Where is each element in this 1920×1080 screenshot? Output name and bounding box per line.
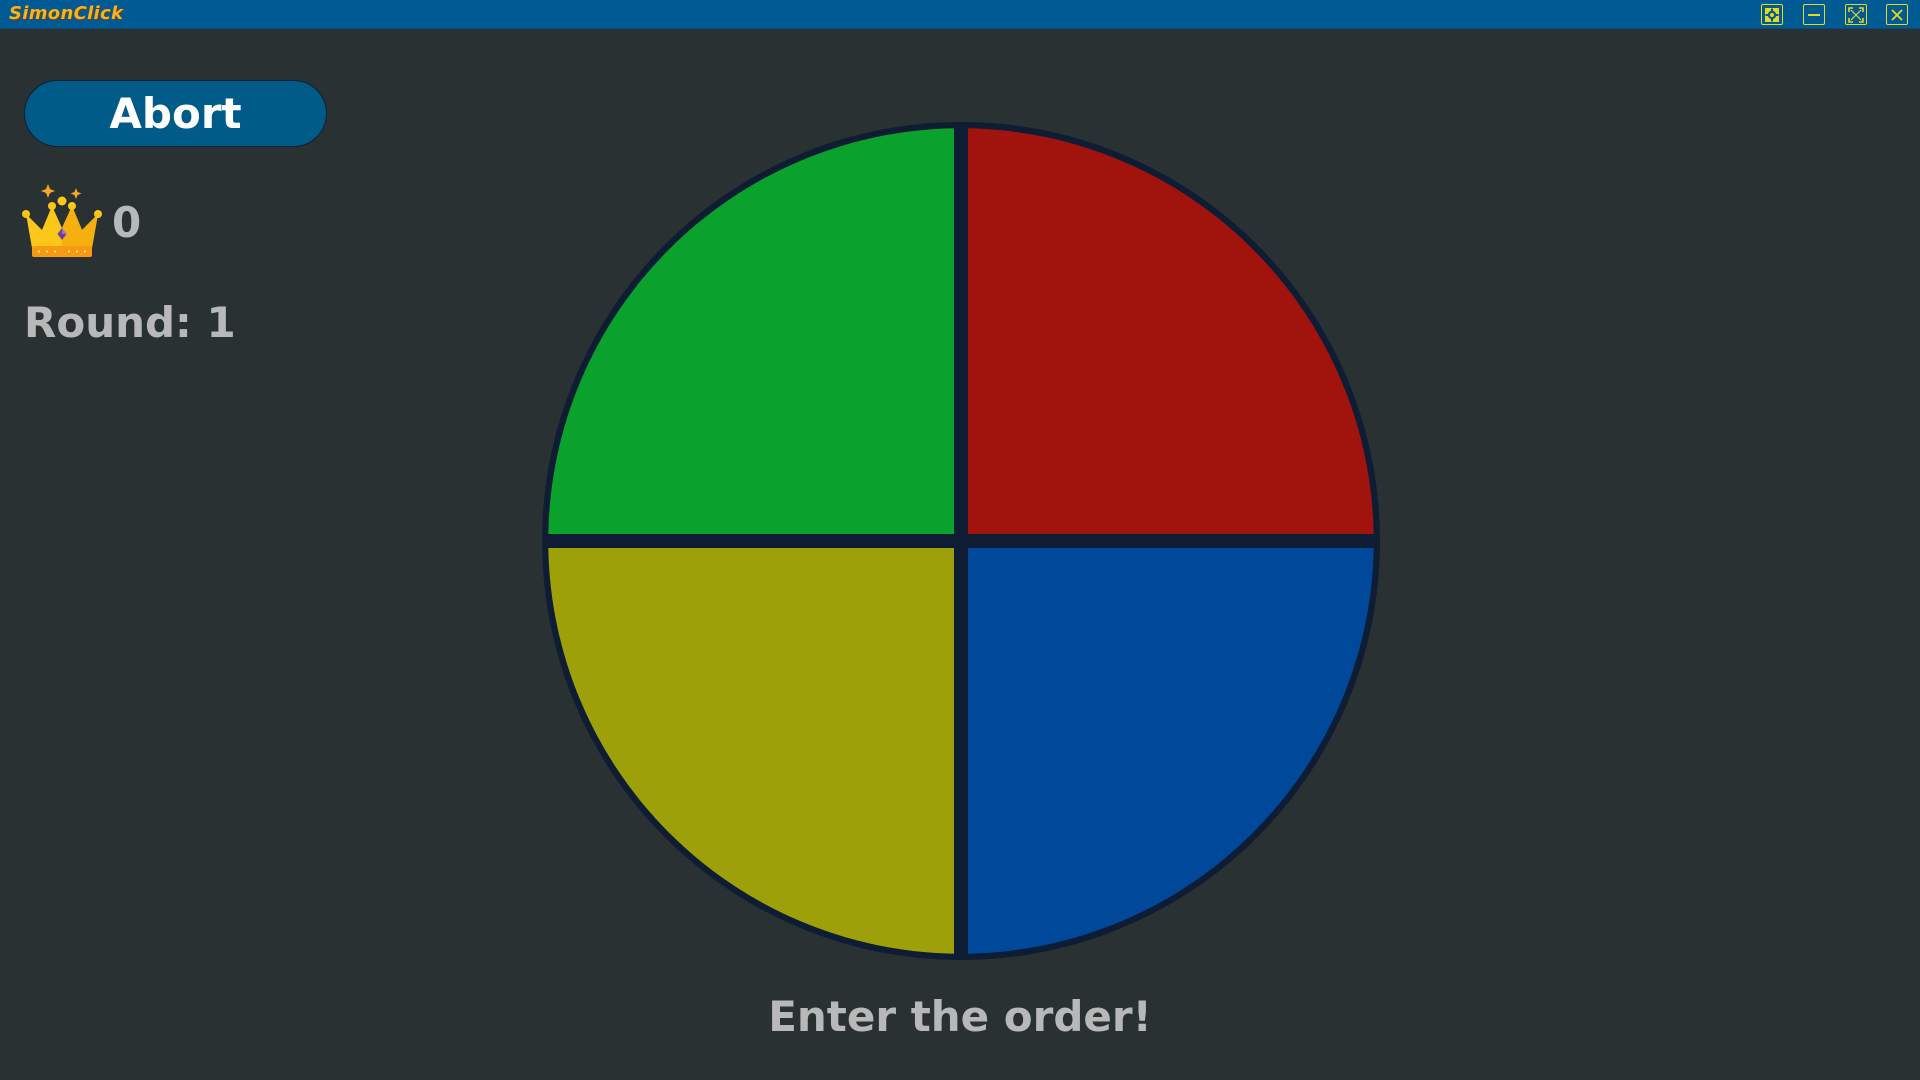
high-score-value: 0 (112, 197, 142, 247)
yellow-quadrant[interactable] (548, 548, 954, 954)
high-score: 0 (22, 182, 141, 262)
title-bar: SimonClick (0, 0, 1920, 29)
green-quadrant[interactable] (548, 128, 954, 535)
board-outline (542, 122, 1380, 960)
crown-icon (22, 184, 102, 257)
instruction-text: Enter the order! (768, 992, 1152, 1041)
close-icon (1891, 8, 1903, 21)
abort-button[interactable]: Abort (24, 80, 327, 147)
round-label: Round: (24, 298, 192, 347)
round-indicator: Round: 1 (24, 298, 236, 347)
maximize-icon (1848, 6, 1864, 23)
minimize-button[interactable] (1803, 4, 1825, 25)
minimize-icon (1808, 13, 1820, 16)
settings-icon (1765, 7, 1779, 22)
app-title: SimonClick (9, 3, 124, 24)
round-value: 1 (206, 298, 236, 347)
red-quadrant[interactable] (968, 128, 1374, 535)
simon-board (542, 122, 1380, 960)
blue-quadrant[interactable] (968, 548, 1374, 954)
maximize-button[interactable] (1845, 4, 1867, 25)
close-button[interactable] (1886, 4, 1908, 25)
settings-button[interactable] (1761, 4, 1783, 25)
